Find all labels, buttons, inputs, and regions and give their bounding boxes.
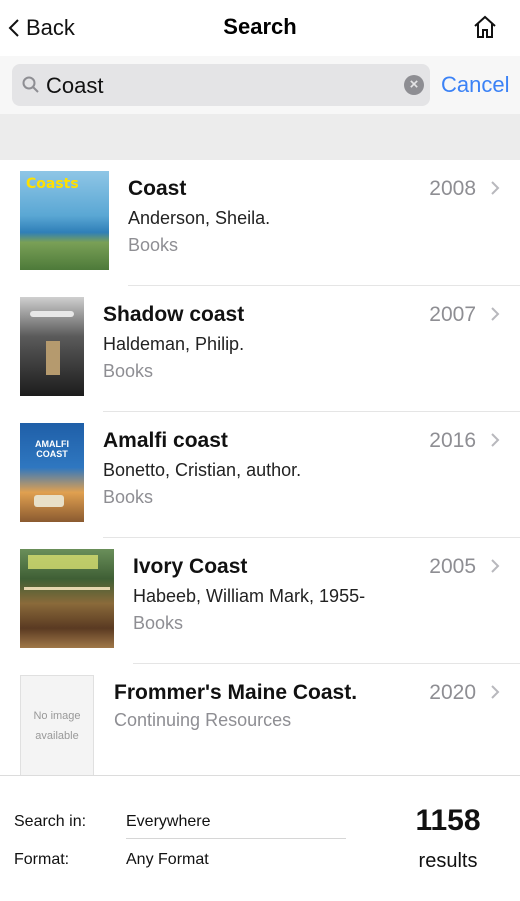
results-label: results [418, 850, 478, 872]
search-icon [22, 76, 39, 93]
book-cover: AMALFI COAST [20, 423, 84, 522]
search-in-value[interactable]: Everywhere [126, 813, 210, 831]
result-year: 2020 [429, 681, 476, 704]
chevron-right-icon [491, 307, 500, 321]
result-row-frommers-maine-coast[interactable]: No image available Frommer's Maine Coast… [0, 664, 520, 785]
result-type: Books [128, 235, 179, 255]
chevron-right-icon [491, 559, 500, 573]
result-author: Habeeb, William Mark, 1955- [133, 586, 366, 606]
search-query[interactable]: Coast [46, 73, 103, 99]
navigation-bar: Back Search [0, 0, 520, 57]
filter-divider [126, 838, 346, 839]
result-title: Shadow coast [103, 303, 245, 326]
list-header-spacer [0, 114, 520, 160]
search-in-label: Search in: [14, 813, 87, 830]
result-row-shadow-coast[interactable]: Shadow coast Haldeman, Philip. Books 200… [0, 286, 520, 412]
cover-title: AMALFI COAST [35, 439, 69, 459]
result-row-coast[interactable]: Coasts Coast Anderson, Sheila. Books 200… [0, 160, 520, 286]
result-author: Bonetto, Cristian, author. [103, 460, 302, 480]
results-count: 1158 [415, 804, 481, 837]
chevron-right-icon [491, 433, 500, 447]
result-title: Frommer's Maine Coast. [114, 681, 358, 704]
result-year: 2008 [429, 177, 476, 200]
result-type: Books [103, 361, 154, 381]
result-type: Books [103, 487, 154, 507]
result-type: Continuing Resources [114, 710, 292, 730]
chevron-right-icon [491, 685, 500, 699]
chevron-right-icon [491, 181, 500, 195]
book-cover [20, 297, 84, 396]
format-value[interactable]: Any Format [126, 851, 209, 869]
result-type: Books [133, 613, 184, 633]
clear-search-icon[interactable]: × [404, 75, 424, 95]
search-summary-footer: Search in: Everywhere Format: Any Format… [0, 775, 520, 901]
result-row-amalfi-coast[interactable]: AMALFI COAST Amalfi coast Bonetto, Crist… [0, 412, 520, 538]
result-author: Haldeman, Philip. [103, 334, 245, 354]
search-input[interactable]: Coast × [12, 64, 430, 106]
home-icon[interactable] [472, 14, 498, 40]
cover-title: Coasts [26, 176, 79, 192]
cancel-button[interactable]: Cancel [441, 72, 509, 98]
result-title: Coast [128, 177, 187, 200]
result-year: 2016 [429, 429, 476, 452]
result-year: 2007 [429, 303, 476, 326]
result-title: Ivory Coast [133, 555, 248, 578]
result-row-ivory-coast[interactable]: Ivory Coast Habeeb, William Mark, 1955- … [0, 538, 520, 664]
result-author: Anderson, Sheila. [128, 208, 271, 228]
result-title: Amalfi coast [103, 429, 228, 452]
result-year: 2005 [429, 555, 476, 578]
no-image-placeholder: No image available [20, 675, 94, 785]
book-cover: Coasts [20, 171, 109, 270]
no-image-text: No image available [33, 710, 81, 742]
book-cover [20, 549, 114, 648]
page-title: Search [223, 14, 297, 39]
format-label: Format: [14, 851, 70, 868]
